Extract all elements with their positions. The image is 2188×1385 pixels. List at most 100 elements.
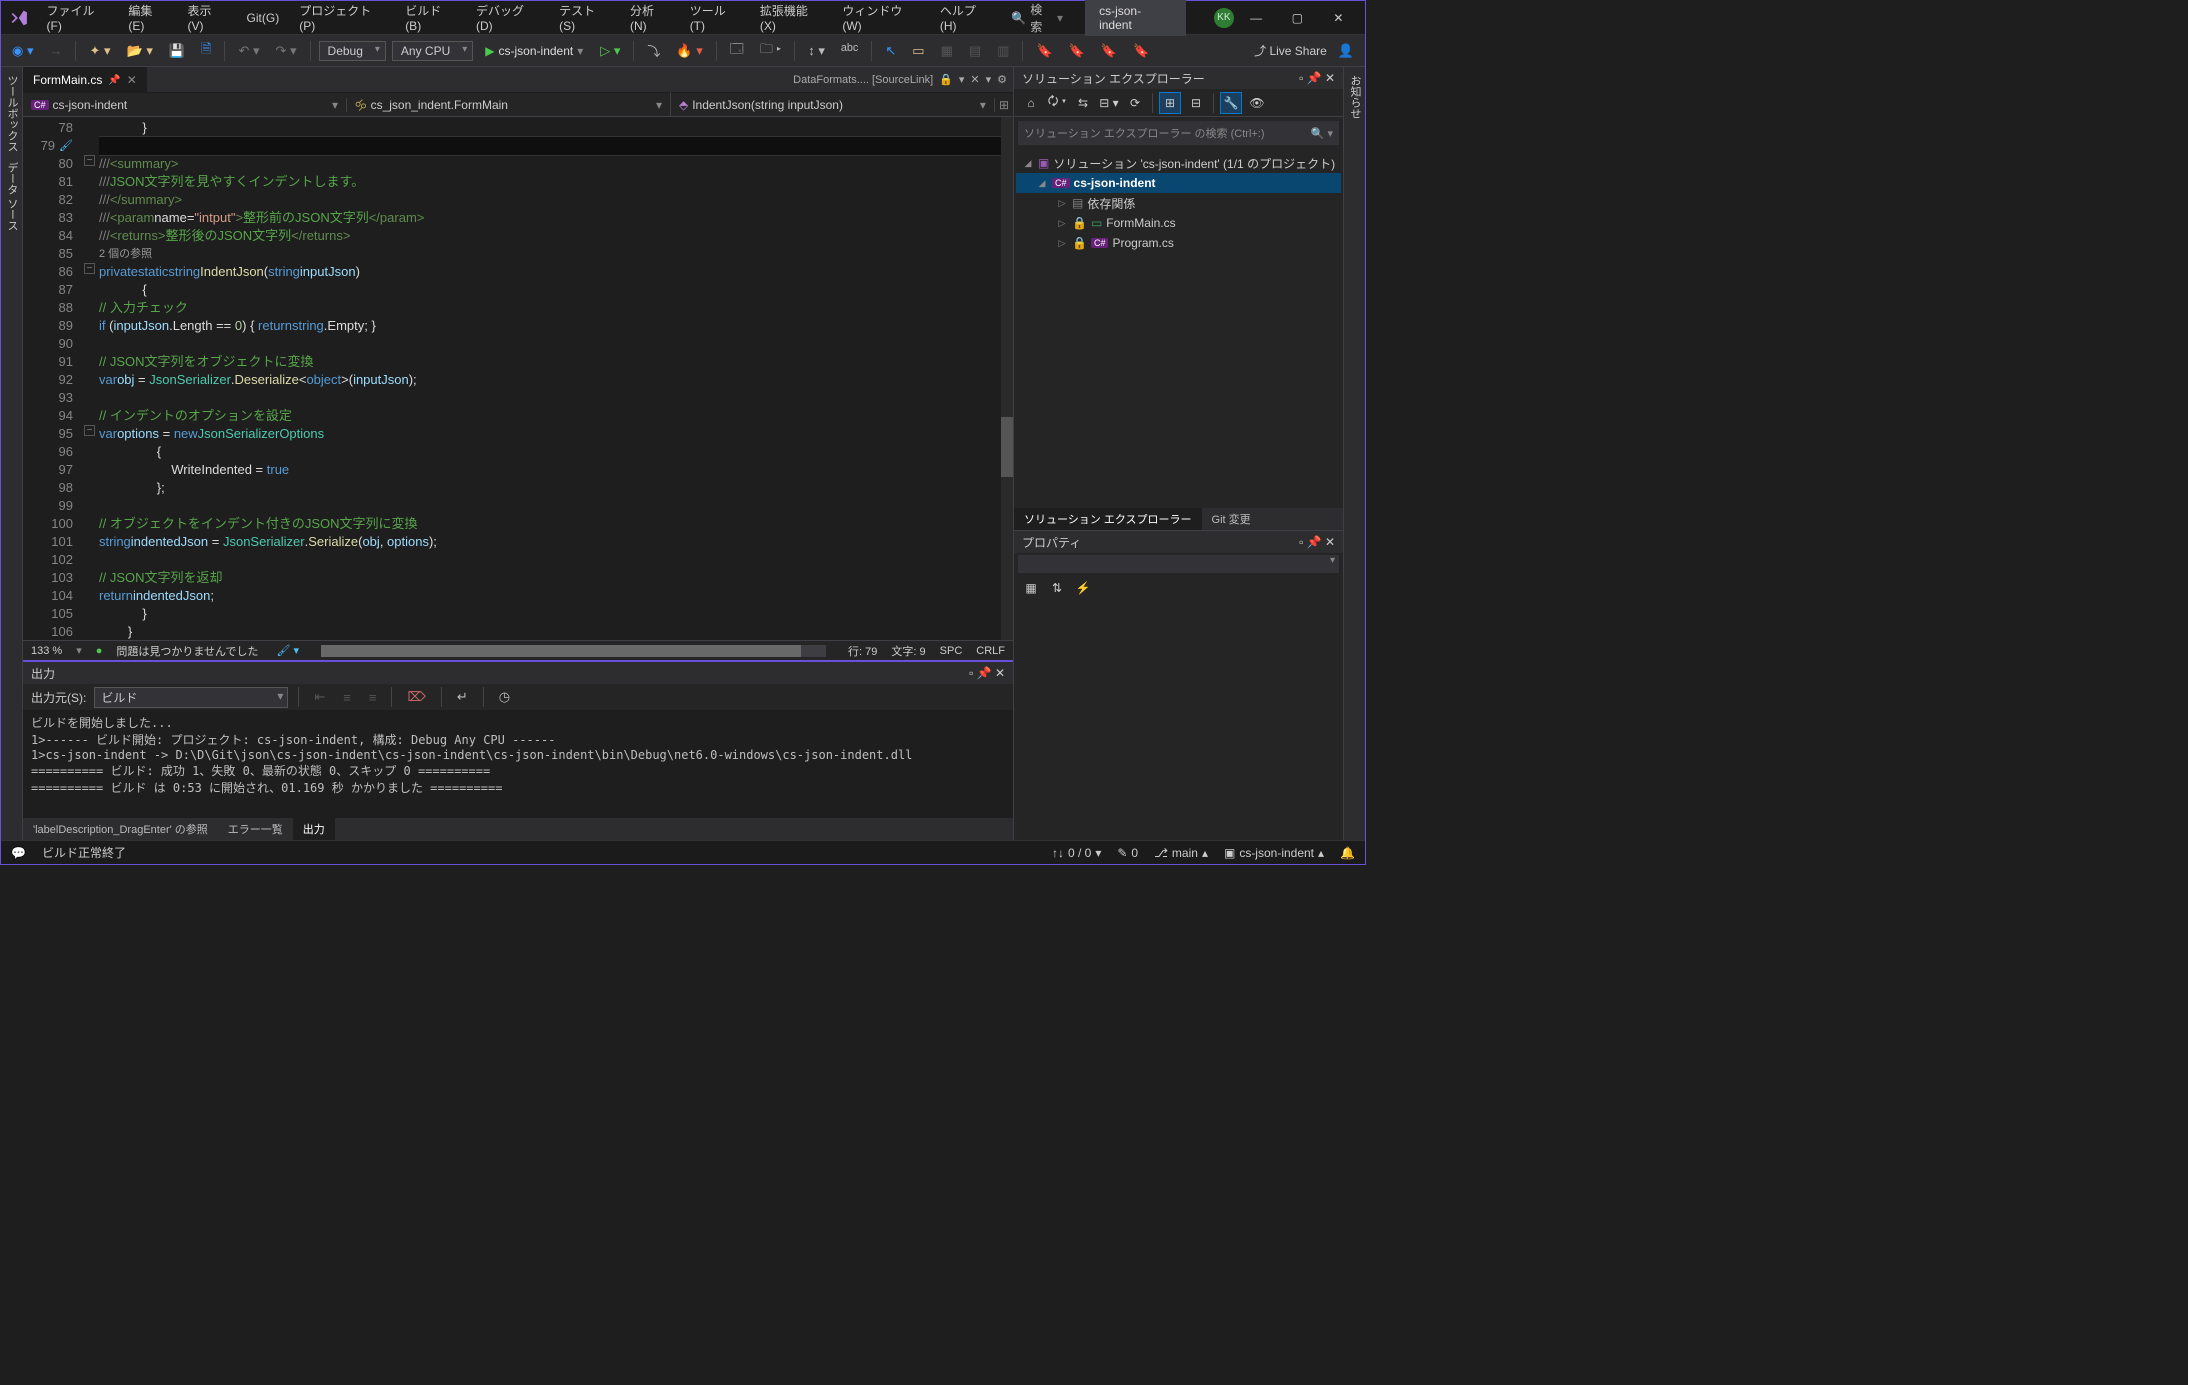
editor-hscroll[interactable] [321, 645, 826, 657]
tab-references[interactable]: 'labelDescription_DragEnter' の参照 [23, 818, 218, 840]
prop-events-icon[interactable]: ⚡ [1072, 577, 1094, 599]
out-clear-icon[interactable]: ⌦ [402, 686, 430, 708]
prop-pin-icon[interactable]: 📌 [1307, 535, 1325, 549]
menu-debug[interactable]: デバッグ(D) [468, 0, 547, 37]
tree-solution-root[interactable]: ◢▣ソリューション 'cs-json-indent' (1/1 のプロジェクト) [1016, 153, 1341, 173]
menu-ext[interactable]: 拡張機能(X) [752, 0, 831, 37]
bookmark-icon[interactable]: 🔖 [1031, 40, 1057, 62]
menu-test[interactable]: テスト(S) [551, 0, 618, 37]
sol-home-icon[interactable]: ⌂ [1020, 92, 1042, 114]
sol-collapse-icon[interactable]: ⊟ [1185, 92, 1207, 114]
nav-method[interactable]: ⬘IndentJson(string inputJson)▾ [671, 98, 995, 112]
tab-output[interactable]: 出力 [293, 818, 335, 840]
save-icon[interactable]: 💾 [164, 40, 190, 62]
sol-drop-icon[interactable]: ▫ [1299, 71, 1307, 85]
prop-categorize-icon[interactable]: ▦ [1020, 577, 1042, 599]
menu-git[interactable]: Git(G) [239, 7, 288, 29]
overflow-icon[interactable]: ▾ [986, 73, 992, 86]
toolbox-tab[interactable]: ツールボックス [3, 75, 20, 152]
nav-class[interactable]: 🝰cs_json_indent.FormMain▾ [347, 92, 671, 117]
output-source-combo[interactable]: ビルド [94, 687, 288, 708]
fold-toggle[interactable]: − [84, 155, 95, 166]
arrange-icon[interactable]: ↕ ▾ [803, 40, 830, 62]
solution-search[interactable]: ソリューション エクスプローラー の検索 (Ctrl+:) 🔍 ▾ [1018, 121, 1339, 145]
sol-properties-icon[interactable]: 🔧 [1220, 92, 1242, 114]
account-icon[interactable]: 👤 [1333, 40, 1359, 62]
datasource-tab[interactable]: データ ソース [3, 162, 20, 231]
config-combo[interactable]: Debug [319, 41, 386, 61]
sol-sync-icon[interactable]: ⇆ [1072, 92, 1094, 114]
start-nodebug-button[interactable]: ▷ ▾ [595, 40, 625, 62]
minimize-button[interactable]: — [1238, 4, 1275, 32]
git-changes-pill[interactable]: ↑↓ 0 / 0 ▾ [1052, 846, 1101, 860]
fold-toggle[interactable]: − [84, 425, 95, 436]
tree-project[interactable]: ◢C#cs-json-indent [1016, 173, 1341, 193]
close-linked-icon[interactable]: ✕ [970, 73, 979, 86]
solution-tree[interactable]: ◢▣ソリューション 'cs-json-indent' (1/1 のプロジェクト)… [1014, 149, 1343, 508]
output-pin-icon[interactable]: ▫ 📌 [969, 666, 995, 680]
open-icon[interactable]: 📂 ▾ [122, 40, 158, 62]
hot-reload-icon[interactable]: 🔥 ▾ [671, 40, 707, 62]
eol-mode[interactable]: CRLF [976, 645, 1005, 657]
notifications-tab[interactable]: お知らせ [1349, 75, 1361, 119]
pin-icon[interactable]: 📌 [108, 75, 120, 86]
platform-combo[interactable]: Any CPU [392, 41, 473, 61]
pin-icon[interactable]: ▭ [907, 40, 929, 62]
git-pending-pill[interactable]: ✎ 0 [1117, 846, 1138, 860]
prop-object-combo[interactable]: ▾ [1018, 555, 1339, 573]
fold-column[interactable]: − − − [83, 117, 99, 640]
git-repo-pill[interactable]: ▣ cs-json-indent ▴ [1224, 846, 1324, 860]
doc-tab-formmain[interactable]: FormMain.cs 📌 ✕ [23, 67, 147, 92]
issues-label[interactable]: 問題は見つかりませんでした [116, 643, 258, 659]
sol-refresh-icon[interactable]: ⟳ [1124, 92, 1146, 114]
solution-title-pill[interactable]: cs-json-indent [1085, 0, 1186, 36]
git-branch-pill[interactable]: ⎇ main ▴ [1154, 846, 1208, 860]
abc-icon[interactable]: abc [836, 39, 863, 62]
maximize-button[interactable]: ▢ [1279, 4, 1316, 32]
code-area[interactable]: } /// <summary> /// JSON文字列を見やすくインデントします… [99, 117, 1001, 640]
new-project-icon[interactable]: ✦ ▾ [84, 40, 115, 62]
dropdown-icon[interactable]: ▾ [959, 73, 965, 86]
brush-icon[interactable]: 🖌 ▾ [277, 644, 300, 657]
nav-back-icon[interactable]: ◉ ▾ [7, 40, 38, 62]
step-icon[interactable]: ⤵ [642, 38, 665, 63]
linked-doc-label[interactable]: DataFormats.... [SourceLink] [793, 74, 933, 86]
output-close-icon[interactable]: ✕ [995, 666, 1005, 680]
gear-icon[interactable]: ⚙ [997, 73, 1007, 86]
sol-filter-icon[interactable]: ⊟ ▾ [1098, 92, 1120, 114]
out-wrap-icon[interactable]: ↵ [452, 686, 473, 708]
save-all-icon[interactable]: 🗎 [196, 37, 216, 65]
split-icon[interactable]: ⊞ [995, 98, 1013, 112]
redo-icon[interactable]: ↷ ▾ [271, 40, 302, 62]
sol-close-icon[interactable]: ✕ [1325, 71, 1335, 85]
nav-project[interactable]: C#cs-json-indent▾ [23, 98, 347, 112]
menu-build[interactable]: ビルド(B) [397, 0, 464, 37]
avatar[interactable]: KK [1214, 8, 1234, 28]
menu-project[interactable]: プロジェクト(P) [291, 0, 393, 37]
menu-view[interactable]: 表示(V) [179, 0, 234, 37]
prop-drop-icon[interactable]: ▫ [1299, 535, 1307, 549]
zoom-level[interactable]: 133 % [31, 645, 62, 657]
sol-showall-icon[interactable]: ⊞ [1159, 92, 1181, 114]
sol-pin-icon[interactable]: 📌 [1307, 71, 1325, 85]
undo-icon[interactable]: ↶ ▾ [233, 40, 264, 62]
menu-tools[interactable]: ツール(T) [682, 0, 748, 37]
menu-file[interactable]: ファイル(F) [39, 0, 117, 37]
fold-toggle[interactable]: − [84, 263, 95, 274]
tab-git-changes[interactable]: Git 変更 [1202, 508, 1261, 530]
tree-formmain[interactable]: ▷🔒▭FormMain.cs [1016, 213, 1341, 233]
tab-solution-explorer[interactable]: ソリューション エクスプローラー [1014, 508, 1202, 530]
tree-program[interactable]: ▷🔒C#Program.cs [1016, 233, 1341, 253]
start-debug-button[interactable]: ▶cs-json-indent ▾ [479, 42, 589, 60]
comment-icon[interactable]: 💬 [11, 846, 26, 860]
prop-alpha-icon[interactable]: ⇅ [1046, 577, 1068, 599]
menu-analyze[interactable]: 分析(N) [622, 0, 678, 37]
tree-dependencies[interactable]: ▷▤依存関係 [1016, 193, 1341, 213]
live-share-button[interactable]: ⤴ Live Share [1254, 42, 1327, 59]
tab-error-list[interactable]: エラー一覧 [218, 818, 293, 840]
bell-icon[interactable]: 🔔 [1340, 846, 1355, 860]
close-button[interactable]: ✕ [1320, 4, 1357, 32]
menu-window[interactable]: ウィンドウ(W) [834, 0, 928, 37]
close-tab-icon[interactable]: ✕ [127, 73, 137, 87]
menu-help[interactable]: ヘルプ(H) [932, 0, 999, 37]
